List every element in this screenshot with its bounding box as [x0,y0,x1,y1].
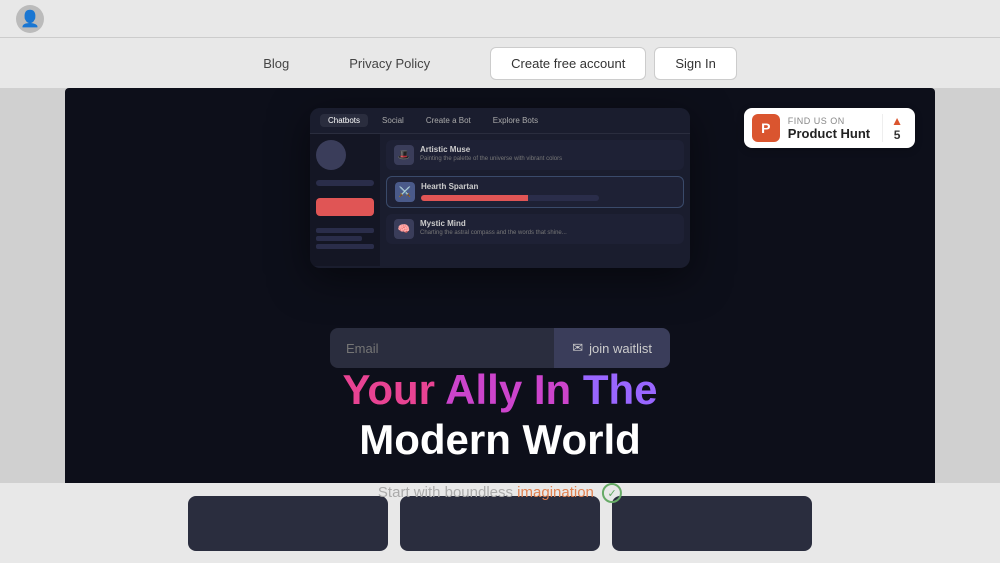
bot-icon-artistic: 🎩 [394,145,414,165]
tab-chatbots[interactable]: Chatbots [320,114,368,127]
app-sidebar [310,134,380,266]
privacy-link[interactable]: Privacy Policy [349,56,430,71]
app-body: 🎩 Artistic Muse Painting the palette of … [310,134,690,266]
bot-desc-artistic: Painting the palette of the universe wit… [420,156,676,164]
product-hunt-name: Product Hunt [788,126,870,141]
bot-info-hearth: Hearth Spartan [421,182,675,201]
bot-name-artistic: Artistic Muse [420,145,676,154]
bot-name-mystic: Mystic Mind [420,219,676,228]
word-ally: Ally [445,366,522,413]
sidebar-line [316,236,362,241]
bot-icon-hearth: ⚔️ [395,182,415,202]
bot-action-bar [421,195,599,201]
avatar-icon: 👤 [20,9,40,29]
tab-social[interactable]: Social [374,114,412,127]
sidebar-action-button[interactable] [316,198,374,216]
upvote-arrow-icon: ▲ [891,114,903,128]
title-line2: Modern World [250,417,750,463]
bot-info-mystic: Mystic Mind Charting the astral compass … [420,219,676,238]
check-circle-icon: ✓ [602,483,622,503]
bot-card-hearth-spartan[interactable]: ⚔️ Hearth Spartan [386,176,684,208]
hero-title: Your Ally In The Modern World [250,367,750,463]
upvote-count: 5 [894,128,901,142]
sidebar-lines [316,228,374,249]
app-main-content: 🎩 Artistic Muse Painting the palette of … [380,134,690,266]
sidebar-avatar [316,140,346,170]
subtitle-prefix: Start with boundless [378,484,513,501]
os-bar: 👤 [0,0,1000,38]
bottom-card-3 [612,496,812,551]
bot-card-mystic-mind[interactable]: 🧠 Mystic Mind Charting the astral compas… [386,214,684,244]
blog-link[interactable]: Blog [263,56,289,71]
sidebar-line [316,244,374,249]
navbar: Blog Privacy Policy Create free account … [0,38,1000,88]
product-hunt-logo: P [752,114,780,142]
sidebar-item-preview [316,180,374,186]
sidebar-line [316,228,374,233]
bot-card-artistic-muse[interactable]: 🎩 Artistic Muse Painting the palette of … [386,140,684,170]
envelope-icon: ✉ [572,340,583,356]
hero-subtitle: Start with boundless imagination ✓ [378,483,622,503]
find-us-on-label: FIND US ON [788,116,870,126]
browser-area: Blog Privacy Policy Create free account … [0,38,1000,563]
sign-in-button[interactable]: Sign In [654,47,736,80]
word-your: Your [342,366,435,413]
word-in: In [534,366,571,413]
bot-info-artistic: Artistic Muse Painting the palette of th… [420,145,676,164]
title-line1: Your Ally In The [250,367,750,413]
product-hunt-score: ▲ 5 [882,114,903,142]
navbar-actions: Create free account Sign In [490,47,737,80]
bottom-card-1 [188,496,388,551]
join-waitlist-button[interactable]: ✉ join waitlist [554,328,670,368]
tab-explore-bots[interactable]: Explore Bots [485,114,546,127]
app-tabs: Chatbots Social Create a Bot Explore Bot… [310,108,690,134]
bot-desc-mystic: Charting the astral compass and the word… [420,230,676,238]
join-label: join waitlist [589,341,652,356]
tab-create-bot[interactable]: Create a Bot [418,114,479,127]
bot-icon-mystic: 🧠 [394,219,414,239]
product-hunt-text: FIND US ON Product Hunt [788,116,870,141]
word-the: The [583,366,658,413]
app-preview: Chatbots Social Create a Bot Explore Bot… [310,108,690,268]
email-input[interactable] [330,328,554,368]
bot-name-hearth: Hearth Spartan [421,182,675,191]
bottom-card-2 [400,496,600,551]
product-hunt-badge[interactable]: P FIND US ON Product Hunt ▲ 5 [744,108,915,148]
subtitle-highlight: imagination [517,484,594,501]
create-account-button[interactable]: Create free account [490,47,646,80]
cta-section: ✉ join waitlist [330,328,670,368]
avatar: 👤 [16,5,44,33]
